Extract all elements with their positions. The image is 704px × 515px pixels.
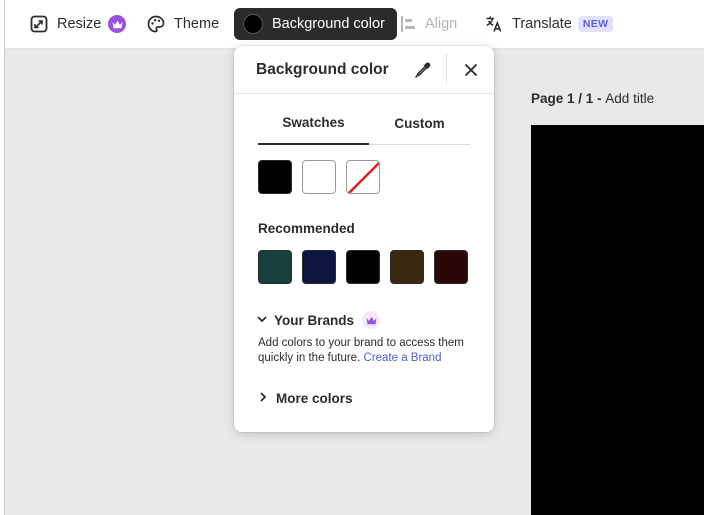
background-color-button[interactable]: Background color <box>234 8 397 40</box>
brands-description: Add colors to your brand to access them … <box>258 336 473 366</box>
align-label: Align <box>425 16 458 32</box>
resize-button[interactable]: Resize <box>30 8 127 40</box>
recommended-swatch-3[interactable] <box>346 250 380 284</box>
theme-button[interactable]: Theme <box>147 8 219 40</box>
header-divider <box>446 54 447 84</box>
theme-label: Theme <box>174 16 220 32</box>
your-brands-label: Your Brands <box>274 312 355 328</box>
create-brand-link[interactable]: Create a Brand <box>363 352 441 364</box>
recommended-swatch-5[interactable] <box>434 250 468 284</box>
tab-custom[interactable]: Custom <box>364 102 475 144</box>
palette-icon <box>147 15 165 33</box>
page-title: Page 1 / 1 - Add title <box>531 91 654 106</box>
close-icon[interactable] <box>460 59 482 81</box>
translate-button[interactable]: Translate NEW <box>485 8 614 40</box>
chevron-right-icon <box>258 391 268 406</box>
tab-swatches[interactable]: Swatches <box>258 102 369 145</box>
panel-title: Background color <box>256 61 389 78</box>
chevron-down-icon <box>256 313 268 328</box>
page-canvas[interactable] <box>531 125 704 515</box>
eyedropper-icon[interactable] <box>412 59 434 81</box>
crown-icon <box>362 311 381 329</box>
recommended-swatch-1[interactable] <box>258 250 292 284</box>
more-colors-label: More colors <box>276 391 353 406</box>
align-icon <box>400 15 416 33</box>
color-tabs: Swatches Custom <box>258 102 470 145</box>
page-indicator: Page 1 / 1 <box>531 91 594 106</box>
swatch-black[interactable] <box>258 160 292 194</box>
recommended-swatch-4[interactable] <box>390 250 424 284</box>
more-colors-toggle[interactable]: More colors <box>258 391 353 406</box>
page-title-separator: - <box>593 91 606 106</box>
swatch-none[interactable] <box>346 160 380 194</box>
resize-icon <box>30 15 48 33</box>
swatch-white[interactable] <box>302 160 336 194</box>
align-button[interactable]: Align <box>400 8 457 40</box>
no-color-icon <box>347 161 379 193</box>
your-brands-toggle[interactable]: Your Brands <box>256 311 381 329</box>
add-title-link[interactable]: Add title <box>605 91 654 106</box>
translate-icon <box>485 15 503 33</box>
translate-label: Translate <box>512 16 572 32</box>
new-badge: NEW <box>577 16 614 32</box>
recommended-label: Recommended <box>258 221 355 236</box>
recommended-swatch-2[interactable] <box>302 250 336 284</box>
background-color-label: Background color <box>272 16 385 32</box>
panel-header: Background color <box>234 46 494 94</box>
left-panel-edge <box>0 0 5 515</box>
resize-label: Resize <box>57 16 102 32</box>
crown-icon <box>108 15 127 33</box>
top-toolbar: Resize Theme Background color Align Tran… <box>5 0 704 49</box>
background-color-panel: Background color Swatches Custom Recomme… <box>234 46 494 432</box>
current-color-swatch-icon <box>243 14 263 34</box>
